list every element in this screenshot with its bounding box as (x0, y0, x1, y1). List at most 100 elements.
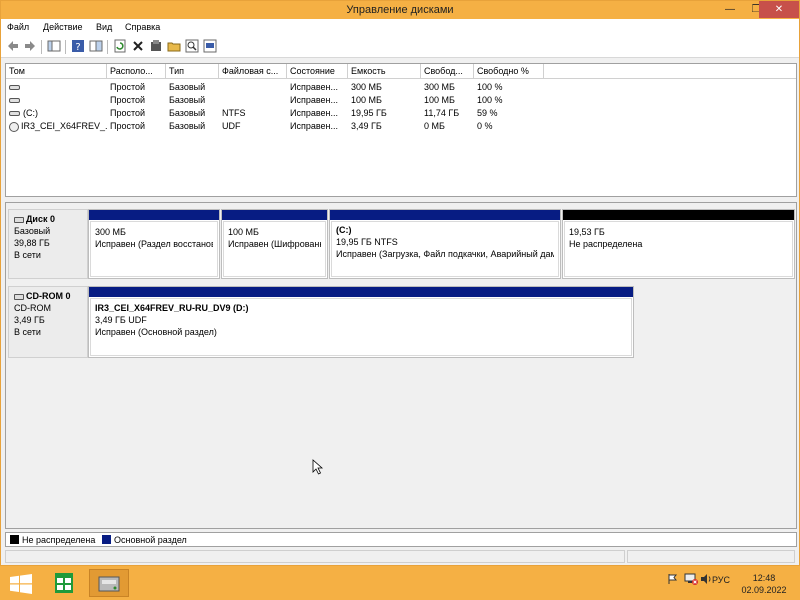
type-cell: Базовый (169, 121, 206, 131)
capacity-cell: 100 МБ (351, 95, 382, 105)
window-title: Управление дисками (346, 4, 454, 16)
taskbar-store-button[interactable] (44, 569, 84, 597)
table-row[interactable]: IR3_CEI_X64FREV_... Простой Базовый UDF … (6, 120, 796, 133)
menu-bar: Файл Действие Вид Справка (1, 19, 799, 36)
menu-view[interactable]: Вид (96, 22, 112, 32)
free-percent-cell: 0 % (477, 121, 493, 131)
partition-c-drive[interactable]: (C:) 19,95 ГБ NTFS Исправен (Загрузка, Ф… (329, 209, 561, 279)
status-bar (5, 548, 797, 564)
column-header-free-percent[interactable]: Свободно % (474, 64, 544, 79)
type-cell: Базовый (169, 82, 206, 92)
column-header-free[interactable]: Свобод... (421, 64, 474, 79)
disk-icon (14, 216, 24, 223)
refresh-icon[interactable] (112, 39, 127, 54)
help-icon[interactable]: ? (70, 39, 85, 54)
cdrom-icon (9, 121, 19, 132)
disk-kind: CD-ROM (14, 303, 51, 313)
status-cell: Исправен... (290, 82, 339, 92)
folder-open-icon[interactable] (166, 39, 181, 54)
filesystem-cell (219, 94, 287, 107)
column-header-filesystem[interactable]: Файловая с... (219, 64, 287, 79)
partition-size: 19,95 ГБ NTFS (336, 237, 398, 247)
delete-icon[interactable] (130, 39, 145, 54)
disk-name: CD-ROM 0 (26, 291, 71, 301)
disk-graphical-view[interactable]: Диск 0 Базовый 39,88 ГБ В сети 300 МБ Ис… (5, 202, 797, 529)
legend-item-unallocated: Не распределена (10, 534, 95, 546)
clock-time: 12:48 (752, 573, 776, 583)
status-cell: Исправен... (290, 95, 339, 105)
back-icon[interactable] (5, 39, 20, 54)
table-row[interactable]: (C:) Простой Базовый NTFS Исправен... 19… (6, 107, 796, 120)
column-header-type[interactable]: Тип (166, 64, 219, 79)
partition-efi[interactable]: 100 МБ Исправен (Шифрованный (EFI) систе… (221, 209, 328, 279)
input-language[interactable]: РУС (712, 575, 730, 585)
taskbar-disk-management-button[interactable] (89, 569, 129, 597)
table-row[interactable]: Простой Базовый Исправен... 100 МБ 100 М… (6, 94, 796, 107)
clock[interactable]: 12:48 02.09.2022 (738, 572, 790, 596)
free-cell: 300 МБ (424, 82, 455, 92)
free-cell: 0 МБ (424, 121, 445, 131)
drive-icon (9, 85, 20, 91)
mouse-cursor-icon (312, 459, 324, 475)
free-cell: 100 МБ (424, 95, 455, 105)
volume-icon[interactable] (700, 573, 712, 585)
forward-icon[interactable] (22, 39, 37, 54)
disk-0-label[interactable]: Диск 0 Базовый 39,88 ГБ В сети (8, 209, 88, 279)
close-button[interactable]: ✕ (759, 1, 799, 18)
partition-bar (563, 210, 794, 220)
settings-icon[interactable] (148, 39, 163, 54)
menu-help[interactable]: Справка (125, 22, 160, 32)
capacity-cell: 19,95 ГБ (351, 108, 387, 118)
status-cell: Исправен... (290, 108, 339, 118)
menu-file[interactable]: Файл (7, 22, 29, 32)
console-tree-icon[interactable] (46, 39, 61, 54)
partition-recovery[interactable]: 300 МБ Исправен (Раздел восстановления) (88, 209, 220, 279)
network-icon[interactable] (684, 573, 698, 585)
free-cell: 11,74 ГБ (424, 108, 460, 118)
column-header-status[interactable]: Состояние (287, 64, 348, 79)
layout-cell: Простой (110, 82, 146, 92)
volume-list[interactable]: Том Располо... Тип Файловая с... Состоян… (5, 63, 797, 197)
minimize-button[interactable]: — (717, 1, 743, 18)
type-cell: Базовый (169, 108, 206, 118)
volume-name-cell: (C:) (6, 107, 107, 120)
cdrom-icon (14, 293, 24, 300)
filesystem-cell: NTFS (222, 108, 246, 118)
disk-state: В сети (14, 327, 41, 337)
drive-icon (9, 111, 20, 117)
table-row[interactable]: Простой Базовый Исправен... 300 МБ 300 М… (6, 81, 796, 94)
partition-bar (89, 287, 633, 297)
legend-swatch (102, 535, 111, 544)
partition-unallocated[interactable]: 19,53 ГБ Не распределена (562, 209, 795, 279)
disk-size: 3,49 ГБ (14, 315, 45, 325)
windows-start-icon[interactable] (10, 574, 32, 594)
title-bar[interactable]: Управление дисками — ❐ ✕ (1, 1, 799, 19)
partition-title: (C:) (336, 225, 352, 235)
properties-icon[interactable] (88, 39, 103, 54)
search-icon[interactable] (184, 39, 199, 54)
disk-wizard-icon[interactable] (202, 39, 217, 54)
layout-cell: Простой (110, 121, 146, 131)
column-header-volume[interactable]: Том (6, 64, 107, 79)
legend-swatch (10, 535, 19, 544)
partition-size: 100 МБ (228, 227, 259, 237)
column-header-layout[interactable]: Располо... (107, 64, 166, 79)
menu-action[interactable]: Действие (43, 22, 83, 32)
partition-status: Исправен (Загрузка, Файл подкачки, Авари… (336, 249, 554, 259)
partition-cdrom-d[interactable]: IR3_CEI_X64FREV_RU-RU_DV9 (D:) 3,49 ГБ U… (88, 286, 634, 358)
taskbar: РУС 12:48 02.09.2022 (0, 566, 800, 600)
flag-icon[interactable] (667, 573, 679, 585)
clock-date: 02.09.2022 (741, 585, 787, 595)
volume-name: IR3_CEI_X64FREV_... (21, 121, 107, 131)
column-header-capacity[interactable]: Емкость (348, 64, 421, 79)
partition-status: Не распределена (569, 239, 643, 249)
volume-name-cell: IR3_CEI_X64FREV_... (6, 120, 107, 133)
free-percent-cell: 59 % (477, 108, 498, 118)
cdrom-0-label[interactable]: CD-ROM 0 CD-ROM 3,49 ГБ В сети (8, 286, 88, 358)
layout-cell: Простой (110, 95, 146, 105)
capacity-cell: 3,49 ГБ (351, 121, 382, 131)
store-icon (55, 573, 73, 593)
volume-name: (C:) (23, 108, 38, 118)
legend: Не распределена Основной раздел (5, 532, 797, 547)
partition-status: Исправен (Основной раздел) (95, 327, 217, 337)
